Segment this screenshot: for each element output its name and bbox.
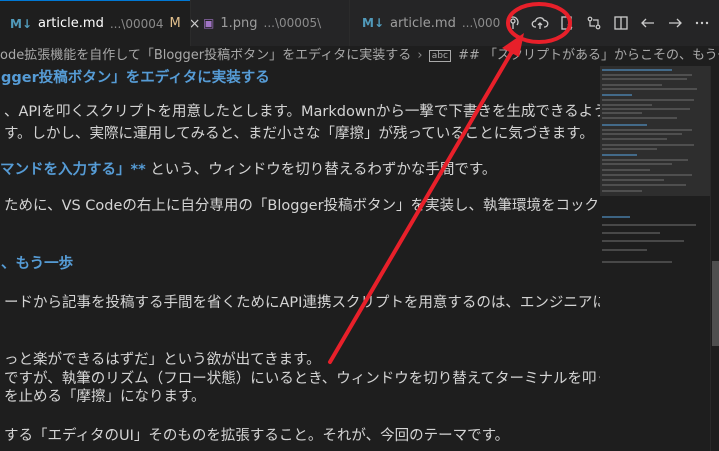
modified-indicator: M — [169, 16, 181, 31]
tab-bar: M↓ article.md ...\00004 M × ▣ 1.png ...\… — [0, 0, 719, 46]
tab-article-md-00004[interactable]: M↓ article.md ...\00004 M × — [0, 0, 200, 46]
editor-line-text: という、ウィンドウを切り替えるわずかな手間です。 — [145, 162, 497, 178]
editor-actions — [500, 0, 716, 46]
editor-line: す。しかし、実際に運用してみると、まだ小さな「摩擦」が残っていることに気づきます… — [4, 126, 594, 142]
go-forward-icon[interactable] — [662, 10, 688, 36]
tab-path: ...\00004 — [109, 16, 164, 31]
editor-line: ードから記事を投稿する手間を省くためにAPI連携スクリプトを用意するのは、エンジ… — [4, 295, 600, 311]
markdown-file-icon: M↓ — [362, 16, 384, 30]
breadcrumb-file[interactable]: ode拡張機能を自作して「Blogger投稿ボタン」をエディタに実装する — [0, 48, 411, 63]
compare-changes-icon[interactable] — [581, 10, 607, 36]
image-file-icon: ▣ — [203, 16, 215, 30]
editor-line: gger投稿ボタン」をエディタに実装する — [1, 70, 270, 86]
tab-path: ...\00005 — [461, 16, 500, 30]
tab-label: article.md — [390, 15, 456, 31]
breadcrumb-heading[interactable]: ## 「スクリプトがある」からこその、もう一歩 — [458, 48, 719, 63]
go-back-icon[interactable] — [635, 10, 661, 36]
bold-markup: マンドを入力する」** — [0, 162, 146, 178]
tab-article-md-00005[interactable]: M↓ article.md ...\00005 — [350, 0, 500, 46]
tab-label: article.md — [38, 16, 104, 31]
open-preview-icon[interactable] — [554, 10, 580, 36]
editor-line: 、もう一歩 — [1, 256, 74, 272]
podcast-icon[interactable] — [500, 10, 526, 36]
editor-line: を止める「摩擦」になります。 — [4, 389, 206, 405]
editor-line: マンドを入力する」** という、ウィンドウを切り替えるわずかな手間です。 — [0, 158, 496, 179]
scrollbar-thumb[interactable] — [712, 261, 719, 346]
editor-text-area[interactable]: gger投稿ボタン」をエディタに実装する 、APIを叩くスクリプトを用意したとし… — [0, 66, 600, 451]
tab-label: 1.png — [220, 15, 258, 31]
editor-line: ために、VS Codeの右上に自分専用の「Blogger投稿ボタン」を実装し、執… — [4, 198, 600, 214]
chevron-right-icon: › — [417, 48, 423, 63]
breadcrumb: ode拡張機能を自作して「Blogger投稿ボタン」をエディタに実装する › a… — [0, 46, 719, 66]
minimap[interactable] — [600, 66, 710, 451]
editor-line: っと楽ができるはずだ」という欲が出てきます。 — [4, 352, 321, 368]
heading-symbol-icon: abc — [428, 50, 451, 62]
tab-1-png[interactable]: ▣ 1.png ...\00005\ — [191, 0, 349, 46]
editor-line: 、APIを叩くスクリプトを用意したとします。Markdownから一撃で下書きを生… — [4, 104, 600, 120]
markdown-file-icon: M↓ — [10, 16, 32, 31]
tab-path: ...\00005\ — [263, 16, 322, 30]
cloud-upload-icon[interactable] — [527, 10, 553, 36]
split-editor-icon[interactable] — [608, 10, 634, 36]
editor-line: する「エディタのUI」そのものを拡張すること。それが、今回のテーマです。 — [4, 428, 510, 444]
vertical-scrollbar[interactable] — [710, 66, 719, 451]
more-actions-icon[interactable] — [689, 10, 715, 36]
